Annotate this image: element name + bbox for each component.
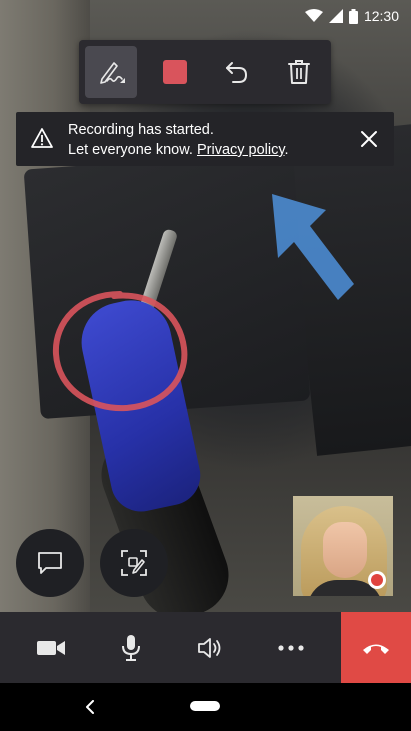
video-camera-icon (37, 640, 65, 655)
trash-icon (288, 60, 310, 84)
chat-button[interactable] (16, 529, 84, 597)
delete-button[interactable] (273, 46, 325, 98)
more-button[interactable] (256, 612, 326, 683)
hang-up-icon (363, 644, 389, 654)
recording-banner: Recording has started. Let everyone know… (16, 112, 394, 166)
navigation-bar (0, 683, 411, 731)
color-swatch (163, 60, 187, 84)
color-picker-button[interactable] (149, 46, 201, 98)
chat-icon (38, 552, 62, 574)
arrow-annotation (272, 194, 354, 300)
recording-message-line2: Let everyone know. Privacy policy. (68, 140, 289, 160)
home-pill[interactable] (190, 701, 220, 711)
self-view-video[interactable] (293, 496, 393, 596)
recording-message-text: Let everyone know. (68, 142, 193, 158)
wifi-icon (304, 9, 323, 22)
recording-message-trailing: . (284, 142, 289, 158)
undo-icon (226, 62, 248, 83)
snapshot-edit-icon (121, 550, 147, 576)
back-button[interactable] (80, 697, 100, 717)
pen-tool-button[interactable] (85, 46, 137, 98)
recording-indicator (368, 571, 386, 589)
end-call-button[interactable] (341, 612, 411, 683)
recording-message-line1: Recording has started. (68, 122, 214, 138)
pen-icon (100, 62, 125, 84)
microphone-button[interactable] (96, 612, 166, 683)
call-controls-bar (0, 612, 411, 683)
warning-icon (31, 128, 53, 148)
close-banner-button[interactable] (356, 126, 382, 152)
recording-dot (371, 574, 383, 586)
back-icon (86, 700, 94, 714)
undo-button[interactable] (211, 46, 263, 98)
more-icon (278, 644, 304, 651)
annotation-toolbar (79, 40, 331, 104)
self-view-face (323, 522, 367, 578)
status-time: 12:30 (363, 8, 399, 24)
speaker-icon (198, 637, 221, 658)
close-icon (361, 131, 377, 147)
snapshot-button[interactable] (100, 529, 168, 597)
speaker-button[interactable] (176, 612, 246, 683)
privacy-policy-link[interactable]: Privacy policy (197, 142, 285, 158)
ink-circle-annotation (52, 291, 188, 412)
microphone-icon (122, 634, 140, 661)
status-bar: 12:30 (304, 6, 399, 26)
camera-button[interactable] (16, 612, 86, 683)
signal-icon (328, 9, 343, 23)
battery-icon (348, 8, 358, 24)
recording-message: Recording has started. Let everyone know… (68, 120, 289, 160)
